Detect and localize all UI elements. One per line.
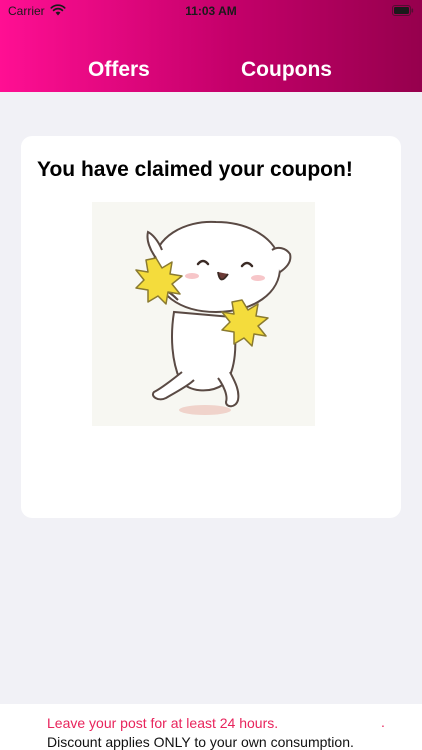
cheering-cat-illustration [135,220,292,415]
tab-offers[interactable]: Offers [88,58,150,82]
notice-dot: . [381,714,385,730]
battery-icon [392,5,414,16]
card-title: You have claimed your coupon! [37,158,353,181]
notice-discount-text: Discount applies ONLY to your own consum… [47,734,354,750]
tab-bar: Offers Coupons [0,58,422,90]
app-header: Carrier 11:03 AM Offers Coupons [0,0,422,92]
notice-warning-text: Leave your post for at least 24 hours. [47,715,279,731]
cheering-cat-image [92,202,315,426]
notice-footer: Leave your post for at least 24 hours. .… [0,704,422,750]
status-time: 11:03 AM [185,4,237,18]
tab-coupons[interactable]: Coupons [241,58,332,82]
coupon-claimed-card: You have claimed your coupon! [21,136,401,518]
status-bar: Carrier 11:03 AM [0,0,422,24]
